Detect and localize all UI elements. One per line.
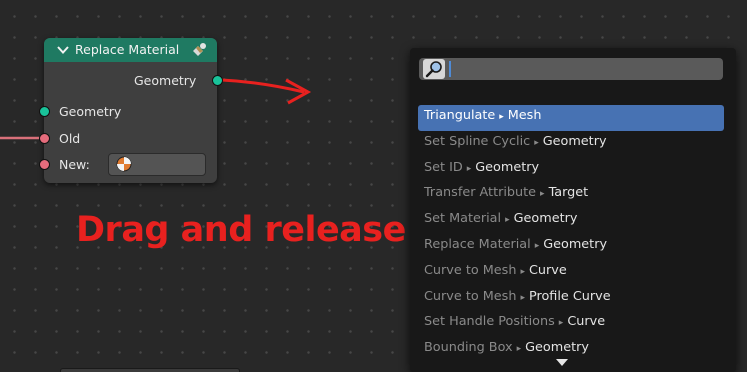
result-socket-name: Mesh [507, 108, 542, 123]
result-separator: ▸ [499, 112, 504, 122]
result-socket-name: Target [548, 185, 589, 201]
result-socket-name: Geometry [513, 211, 578, 227]
result-separator: ▸ [516, 344, 522, 355]
result-node-name: Curve to Mesh [424, 262, 517, 278]
chevron-down-icon[interactable] [56, 43, 70, 57]
magnifier-icon [423, 59, 445, 79]
result-socket-name: Profile Curve [528, 288, 611, 304]
material-sphere-icon [116, 156, 132, 172]
node-header[interactable]: Replace Material [44, 38, 217, 62]
window-edge [0, 372, 747, 378]
search-result-item[interactable]: Replace Material ▸ Geometry [418, 234, 724, 260]
result-node-name: Set Spline Cyclic [424, 133, 531, 149]
node-title: Replace Material [75, 42, 180, 57]
search-result-item[interactable]: Set Handle Positions ▸ Curve [418, 311, 724, 337]
result-separator: ▸ [558, 318, 564, 329]
search-result-item[interactable]: Bounding Box ▸ Geometry [418, 337, 724, 363]
node-editor-canvas[interactable]: Replace Material Geometry Geometry Old N… [0, 0, 747, 378]
triangle-down-icon[interactable] [556, 359, 568, 366]
result-node-name: Bounding Box [424, 340, 513, 356]
text-cursor [449, 61, 451, 77]
input-geometry-label: Geometry [59, 104, 122, 119]
drag-arrow-head [285, 78, 312, 105]
result-node-name: Curve to Mesh [424, 288, 517, 304]
search-result-item[interactable]: Set ID ▸ Geometry [418, 157, 724, 183]
result-node-name: Set ID [424, 159, 463, 175]
search-result-item[interactable]: Set Material ▸ Geometry [418, 208, 724, 234]
result-socket-name: Geometry [542, 133, 607, 149]
drag-arrow-line [221, 78, 305, 94]
result-socket-name: Curve [528, 262, 567, 278]
replace-material-node[interactable]: Replace Material Geometry Geometry Old N… [39, 38, 223, 183]
material-field[interactable] [108, 153, 206, 176]
search-field[interactable] [419, 58, 723, 80]
output-geometry-socket[interactable] [212, 75, 223, 86]
result-socket-name: Geometry [525, 340, 589, 356]
result-separator: ▸ [466, 163, 472, 174]
result-separator: ▸ [534, 137, 539, 148]
search-results-list: Triangulate ▸ Mesh Set Spline Cyclic ▸ Geomet… [418, 105, 724, 363]
material-node-icon [193, 43, 206, 56]
result-separator: ▸ [505, 215, 510, 226]
result-socket-name: Geometry [543, 236, 608, 252]
search-result-item[interactable]: Transfer Attribute ▸ Target [418, 182, 724, 208]
input-geometry-socket[interactable] [39, 106, 50, 117]
search-input[interactable] [447, 59, 715, 77]
search-result-item[interactable]: Curve to Mesh ▸ Profile Curve [418, 286, 724, 312]
drag-annotation: Drag and release [76, 210, 406, 250]
result-separator: ▸ [520, 292, 525, 303]
input-new-socket[interactable] [39, 159, 50, 170]
result-separator: ▸ [540, 189, 545, 200]
result-socket-name: Geometry [475, 159, 540, 175]
input-old-label: Old [59, 131, 81, 146]
input-old-socket[interactable] [39, 133, 50, 144]
input-new-label: New: [59, 157, 90, 172]
result-separator: ▸ [534, 240, 540, 251]
result-node-name: Set Material [424, 211, 502, 227]
result-socket-name: Curve [567, 314, 606, 330]
add-node-search-menu[interactable]: Triangulate ▸ Mesh Set Spline Cyclic ▸ Geomet… [410, 48, 736, 372]
result-node-name: Replace Material [424, 236, 531, 252]
search-result-item[interactable]: Set Spline Cyclic ▸ Geometry [418, 131, 724, 157]
search-result-item[interactable]: Curve to Mesh ▸ Curve [418, 260, 724, 286]
search-result-item[interactable]: Triangulate ▸ Mesh [418, 105, 724, 131]
output-geometry-label: Geometry [134, 73, 197, 88]
result-separator: ▸ [520, 266, 525, 277]
result-node-name: Transfer Attribute [424, 185, 537, 201]
result-node-name: Triangulate [424, 108, 496, 123]
result-node-name: Set Handle Positions [424, 314, 555, 330]
